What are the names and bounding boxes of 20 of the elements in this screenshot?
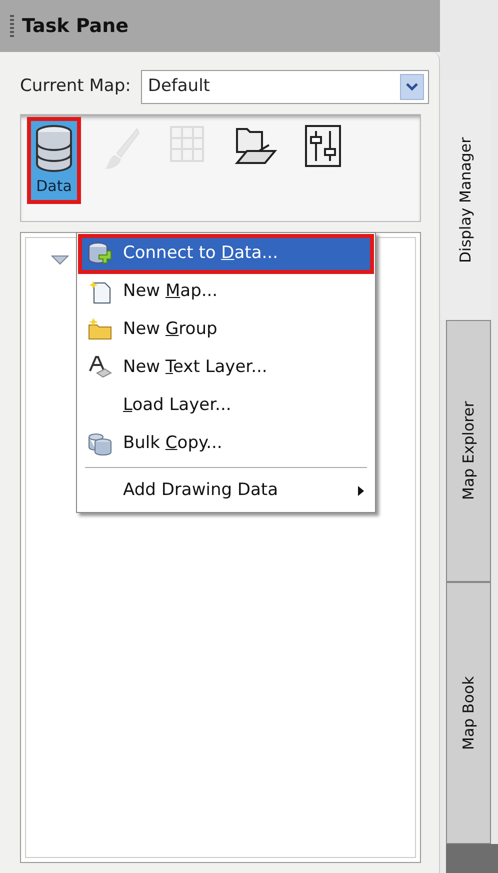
grip-handle[interactable] [10,15,14,37]
data-button[interactable]: Data [31,121,77,200]
pane-title: Task Pane [22,14,129,39]
field-label: Current Map: [20,75,131,98]
menu-item[interactable]: Bulk Copy... [79,425,373,463]
map-dropdown[interactable]: Default [140,70,429,104]
new-document-icon [87,279,113,305]
tab-strip-end [446,844,498,873]
side-tab[interactable]: Map Book [446,582,491,844]
side-tab[interactable]: Map Explorer [446,320,491,582]
submenu-arrow-icon [357,485,365,497]
menu-item[interactable]: Load Layer... [79,387,373,425]
menu-item[interactable]: Connect to Data... [79,235,373,273]
databases-icon [87,431,113,457]
menu-item[interactable]: Add Drawing Data [79,472,373,510]
expand-triangle-icon[interactable] [51,254,69,265]
menu-item[interactable]: New Text Layer... [79,349,373,387]
dropdown-value: Default [148,75,210,98]
menu-item[interactable]: New Group [79,311,373,349]
menu-item[interactable]: New Map... [79,273,373,311]
